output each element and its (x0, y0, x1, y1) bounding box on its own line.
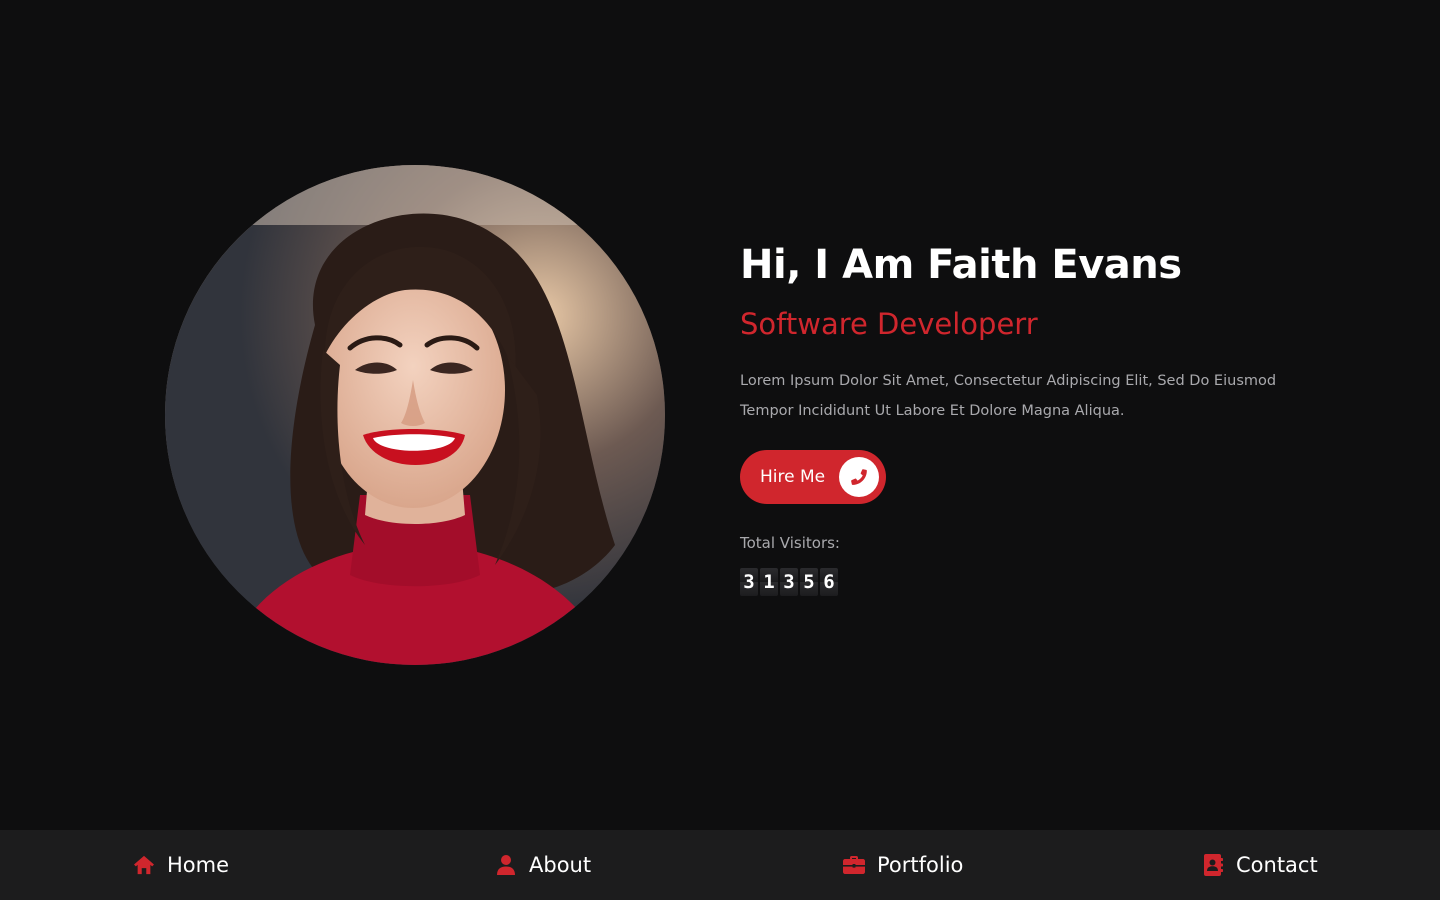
bottom-nav: Home About Portfolio Contact (0, 830, 1440, 900)
phone-icon-glyph (851, 469, 867, 485)
user-icon (495, 854, 517, 876)
bio-text: Lorem Ipsum Dolor Sit Amet, Consectetur … (740, 373, 1277, 419)
nav-item-home[interactable]: Home (133, 830, 229, 900)
hire-me-label: Hire Me (760, 467, 826, 487)
profile-photo (165, 165, 665, 665)
visitors-label: Total Visitors: (740, 534, 840, 552)
counter-digit: 6 (820, 568, 838, 596)
intro-section: Hi, I Am Faith Evans Software Developerr… (740, 238, 1360, 596)
hire-me-button[interactable]: Hire Me (740, 450, 887, 504)
home-icon (133, 854, 155, 876)
portrait-illustration (165, 165, 665, 665)
job-title: Software Developerr (740, 307, 1038, 341)
nav-item-contact[interactable]: Contact (1202, 830, 1318, 900)
briefcase-icon-glyph (843, 856, 865, 874)
briefcase-icon (843, 854, 865, 876)
counter-digit: 1 (760, 568, 778, 596)
address-book-icon (1202, 854, 1224, 876)
nav-item-portfolio[interactable]: Portfolio (843, 830, 963, 900)
home-icon-glyph (134, 855, 154, 875)
user-icon-glyph (497, 855, 515, 875)
nav-label-home: Home (167, 853, 230, 877)
nav-item-about[interactable]: About (495, 830, 591, 900)
visitor-counter: 3 1 3 5 6 (740, 568, 1360, 596)
phone-icon (839, 457, 880, 497)
counter-digit: 5 (800, 568, 818, 596)
counter-digit: 3 (740, 568, 758, 596)
address-book-icon-glyph (1204, 854, 1223, 876)
nav-label-contact: Contact (1236, 853, 1318, 877)
counter-digit: 3 (780, 568, 798, 596)
hero-page: Hi, I Am Faith Evans Software Developerr… (0, 0, 1440, 900)
nav-label-about: About (529, 853, 592, 877)
nav-label-portfolio: Portfolio (877, 853, 964, 877)
headline: Hi, I Am Faith Evans (740, 242, 1182, 288)
